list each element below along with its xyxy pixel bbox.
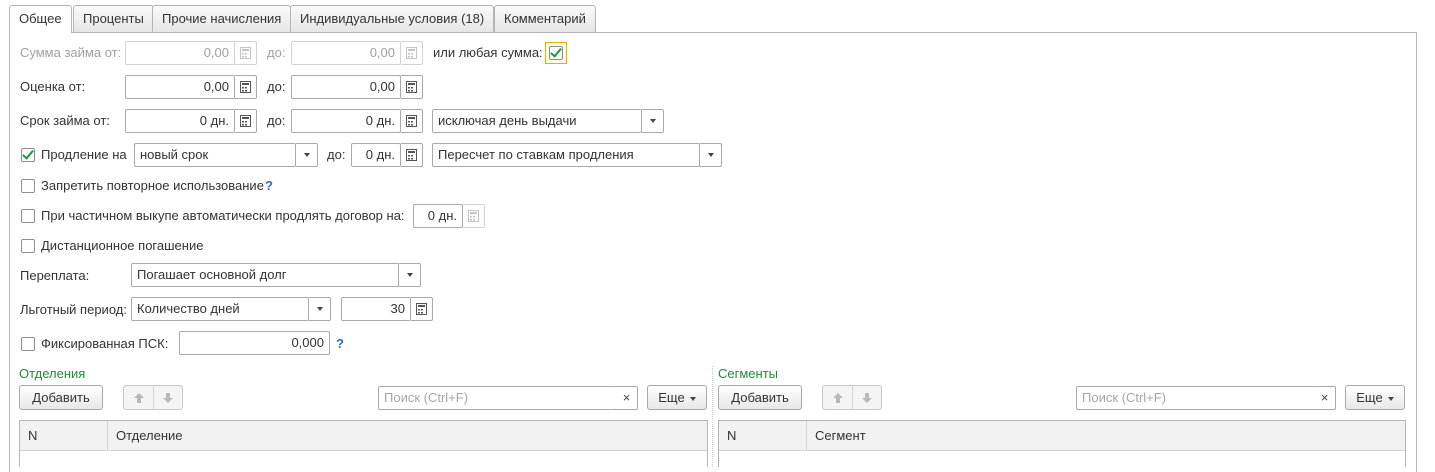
forbid-reuse-checkbox[interactable] — [21, 179, 35, 193]
loan-amount-to-input[interactable]: 0,00 — [291, 41, 401, 65]
tab-individual-conditions[interactable]: Индивидуальные условия (18) — [290, 5, 495, 32]
tab-interest[interactable]: Проценты — [73, 5, 154, 32]
more-label: Еще — [658, 390, 685, 405]
remote-repayment-label: Дистанционное погашение — [41, 238, 204, 253]
table-header: N Сегмент — [719, 421, 1405, 451]
score-to-input[interactable]: 0,00 — [291, 75, 401, 99]
segments-add-button[interactable]: Добавить — [718, 385, 802, 410]
grace-period-label: Льготный период: — [20, 302, 127, 317]
score-from-input[interactable]: 0,00 — [125, 75, 235, 99]
arrow-down-icon[interactable] — [153, 386, 182, 409]
calculator-icon[interactable] — [235, 75, 257, 99]
calculator-icon[interactable] — [401, 75, 423, 99]
calculator-icon[interactable] — [411, 297, 433, 321]
score-to-label: до: — [267, 79, 286, 94]
branches-more-button[interactable]: Еще — [647, 385, 707, 410]
grace-period-type-select[interactable]: Количество дней — [131, 297, 309, 321]
loan-term-mode-select[interactable]: исключая день выдачи — [432, 109, 642, 133]
remote-repayment-checkbox[interactable] — [21, 239, 35, 253]
segments-more-button[interactable]: Еще — [1345, 385, 1405, 410]
partial-buyout-checkbox[interactable] — [21, 209, 35, 223]
extension-recalc-select[interactable]: Пересчет по ставкам продления — [432, 143, 700, 167]
chevron-down-icon[interactable] — [399, 263, 421, 287]
extension-label: Продление на — [41, 147, 127, 162]
chevron-down-icon[interactable] — [642, 109, 664, 133]
calculator-icon[interactable] — [235, 41, 257, 65]
loan-term-from-input[interactable]: 0 дн. — [125, 109, 235, 133]
column-header-branch[interactable]: Отделение — [107, 421, 707, 451]
extension-to-label: до: — [327, 147, 346, 162]
branches-table: N Отделение — [19, 420, 708, 467]
branches-title: Отделения — [19, 366, 86, 381]
chevron-down-icon[interactable] — [296, 143, 318, 167]
loan-term-label: Срок займа от: — [20, 113, 110, 128]
clear-search-icon[interactable]: × — [1314, 386, 1336, 410]
partial-buyout-days-input[interactable]: 0 дн. — [413, 204, 463, 228]
loan-term-to-input[interactable]: 0 дн. — [291, 109, 401, 133]
tab-other-charges[interactable]: Прочие начисления — [152, 5, 292, 32]
chevron-down-icon[interactable] — [309, 297, 331, 321]
fixed-psk-label: Фиксированная ПСК: — [41, 336, 169, 351]
tab-general[interactable]: Общее — [9, 5, 72, 33]
extension-checkbox[interactable] — [21, 148, 35, 162]
arrow-up-icon[interactable] — [124, 386, 153, 409]
table-header: N Отделение — [20, 421, 707, 451]
any-amount-label: или любая сумма: — [433, 45, 543, 60]
calculator-icon[interactable] — [401, 109, 423, 133]
arrow-up-icon[interactable] — [823, 386, 852, 409]
partial-buyout-label: При частичном выкупе автоматически продл… — [41, 208, 405, 223]
branches-move-buttons — [123, 385, 183, 410]
loan-amount-from-input[interactable]: 0,00 — [125, 41, 235, 65]
branches-add-button[interactable]: Добавить — [19, 385, 103, 410]
calculator-icon[interactable] — [401, 143, 423, 167]
chevron-down-icon — [689, 396, 696, 401]
branches-search-input[interactable]: Поиск (Ctrl+F) — [378, 386, 617, 410]
chevron-down-icon — [1387, 396, 1394, 401]
any-amount-checkbox[interactable] — [549, 46, 563, 60]
calculator-icon[interactable] — [463, 204, 485, 228]
help-icon[interactable]: ? — [265, 178, 273, 194]
column-header-segment[interactable]: Сегмент — [806, 421, 1405, 451]
loan-term-to-label: до: — [267, 113, 286, 128]
more-label: Еще — [1356, 390, 1383, 405]
chevron-down-icon[interactable] — [700, 143, 722, 167]
segments-title: Сегменты — [718, 366, 779, 381]
loan-amount-label: Сумма займа от: — [20, 45, 122, 60]
tab-comment[interactable]: Комментарий — [494, 5, 596, 32]
segments-search-input[interactable]: Поиск (Ctrl+F) — [1076, 386, 1315, 410]
help-icon[interactable]: ? — [336, 336, 344, 352]
extension-type-select[interactable]: новый срок — [134, 143, 296, 167]
segments-move-buttons — [822, 385, 882, 410]
overpayment-label: Переплата: — [20, 268, 90, 283]
score-label: Оценка от: — [20, 79, 86, 94]
loan-amount-to-label: до: — [267, 45, 286, 60]
column-header-n[interactable]: N — [719, 421, 806, 451]
segments-table: N Сегмент — [718, 420, 1406, 467]
calculator-icon[interactable] — [235, 109, 257, 133]
calculator-icon[interactable] — [401, 41, 423, 65]
clear-search-icon[interactable]: × — [616, 386, 638, 410]
fixed-psk-checkbox[interactable] — [21, 337, 35, 351]
grace-period-days-input[interactable]: 30 — [341, 297, 411, 321]
fixed-psk-input[interactable]: 0,000 — [179, 331, 330, 355]
overpayment-select[interactable]: Погашает основной долг — [131, 263, 399, 287]
extension-to-input[interactable]: 0 дн. — [351, 143, 401, 167]
forbid-reuse-label: Запретить повторное использование — [41, 178, 264, 193]
arrow-down-icon[interactable] — [852, 386, 881, 409]
column-separator — [712, 366, 713, 467]
column-header-n[interactable]: N — [20, 421, 107, 451]
